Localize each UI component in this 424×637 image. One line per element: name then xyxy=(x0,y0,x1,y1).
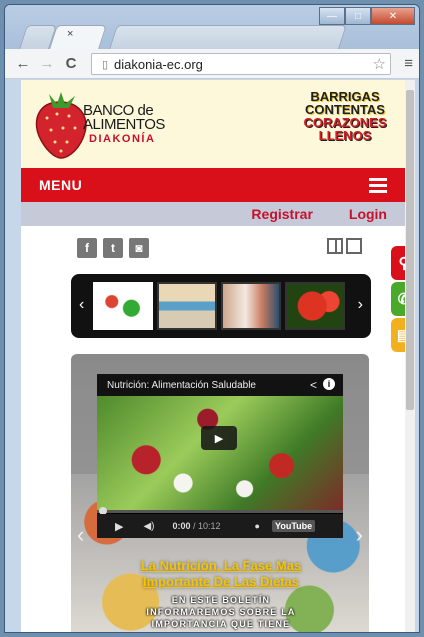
play-button[interactable]: ▶ xyxy=(201,426,237,450)
strawberry-logo-icon[interactable] xyxy=(31,88,89,160)
video-time-current: 0:00 xyxy=(172,521,191,531)
tab-background-group xyxy=(109,25,347,49)
video-controls: ▶ ◀) 0:00 / 10:12 ● YouTube xyxy=(97,514,343,538)
video-time-total: / 10:12 xyxy=(190,521,221,531)
window-controls: — □ ✕ xyxy=(319,7,415,25)
slogan-logo: BARRIGAS CONTENTAS CORAZONES LLENOS xyxy=(297,90,393,142)
facebook-icon[interactable]: f xyxy=(77,238,97,258)
browser-menu-icon[interactable]: ≡ xyxy=(404,55,413,72)
page-icon: ▯ xyxy=(101,58,109,71)
control-play-icon[interactable]: ▶ xyxy=(115,520,123,533)
single-column-layout-icon[interactable] xyxy=(346,238,362,254)
carousel-next-button[interactable]: › xyxy=(358,296,363,314)
title-bar: × — □ ✕ xyxy=(5,5,419,49)
page-viewport: BANCO de ALIMENTOS DIAKONÍA BARRIGAS CON… xyxy=(21,80,415,632)
register-link[interactable]: Registrar xyxy=(251,206,312,222)
browser-window: × — □ ✕ ← → C ▯ diakonia-ec.org ☆ ≡ BANC… xyxy=(4,4,420,633)
hamburger-icon[interactable] xyxy=(369,177,387,193)
address-bar[interactable]: ▯ diakonia-ec.org ☆ xyxy=(91,53,391,75)
logo-line-diakonia: DIAKONÍA xyxy=(89,133,156,145)
article-description: EN ESTE BOLETÍN INFORMAREMOS SOBRE LA IM… xyxy=(146,595,296,629)
logo-line-alimentos: ALIMENTOS xyxy=(83,116,165,133)
url-text: diakonia-ec.org xyxy=(114,56,203,72)
user-bar: Registrar Login xyxy=(21,202,405,226)
carousel-thumb-group[interactable] xyxy=(157,282,217,330)
page-scrollbar[interactable] xyxy=(405,80,415,632)
featured-slider: Nutrición: Alimentación Saludable < i ▶ … xyxy=(71,354,369,632)
reload-button[interactable]: C xyxy=(59,55,83,72)
login-link[interactable]: Login xyxy=(349,206,387,222)
volume-icon[interactable]: ◀) xyxy=(143,521,154,532)
video-thumbnail[interactable] xyxy=(97,396,343,512)
video-progress-bar[interactable] xyxy=(97,507,343,515)
scrollbar-thumb[interactable] xyxy=(406,90,414,410)
twitter-icon[interactable]: t xyxy=(103,238,123,258)
share-icon[interactable]: < xyxy=(310,378,317,392)
close-button[interactable]: ✕ xyxy=(371,7,415,25)
two-column-layout-icon[interactable] xyxy=(327,238,343,254)
carousel-thumbs xyxy=(93,282,345,330)
video-player[interactable]: Nutrición: Alimentación Saludable < i ▶ … xyxy=(97,374,343,538)
social-links: f t ◙ xyxy=(77,238,149,258)
carousel-thumb-kitchen[interactable] xyxy=(221,282,281,330)
carousel-thumb-salad[interactable] xyxy=(93,282,153,330)
site-header: BANCO de ALIMENTOS DIAKONÍA BARRIGAS CON… xyxy=(21,80,405,168)
video-time: 0:00 / 10:12 xyxy=(173,521,221,531)
menu-label[interactable]: MENU xyxy=(39,177,82,193)
video-title-bar: Nutrición: Alimentación Saludable < i xyxy=(97,374,343,396)
bookmark-star-icon[interactable]: ☆ xyxy=(373,55,386,73)
slogan-line-4: LLENOS xyxy=(318,128,372,143)
article-headline-link[interactable]: La Nutrición, La Fase Mas Importante De … xyxy=(131,558,311,590)
info-icon[interactable]: i xyxy=(323,378,335,390)
forward-button[interactable]: → xyxy=(35,55,59,72)
settings-icon[interactable]: ● xyxy=(255,521,260,531)
instagram-icon[interactable]: ◙ xyxy=(129,238,149,258)
tab-active[interactable] xyxy=(49,25,107,49)
tab-close-icon[interactable]: × xyxy=(67,28,73,40)
minimize-button[interactable]: — xyxy=(319,7,345,25)
video-title[interactable]: Nutrición: Alimentación Saludable xyxy=(107,380,256,391)
browser-toolbar: ← → C ▯ diakonia-ec.org ☆ ≡ xyxy=(5,49,419,79)
carousel-thumb-tomatoes[interactable] xyxy=(285,282,345,330)
maximize-button[interactable]: □ xyxy=(345,7,371,25)
youtube-logo[interactable]: YouTube xyxy=(271,520,316,532)
slider-next-button[interactable]: › xyxy=(356,522,363,548)
slider-prev-button[interactable]: ‹ xyxy=(77,522,84,548)
thumbnail-carousel: ‹ › xyxy=(71,274,371,338)
carousel-prev-button[interactable]: ‹ xyxy=(79,296,84,314)
back-button[interactable]: ← xyxy=(11,55,35,72)
layout-toggle xyxy=(327,238,362,254)
logo-wordmark[interactable]: BANCO de ALIMENTOS DIAKONÍA xyxy=(83,103,165,146)
menu-bar[interactable]: MENU xyxy=(21,168,405,202)
